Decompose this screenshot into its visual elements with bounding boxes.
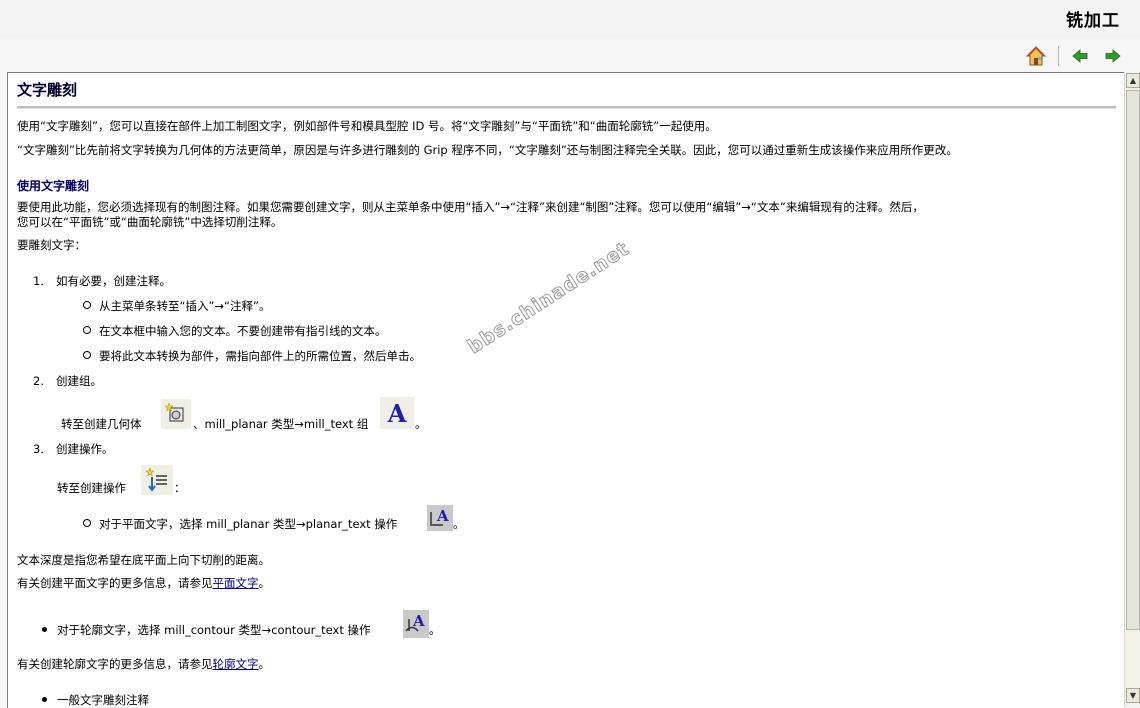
app-title: 铣加工 bbox=[1066, 11, 1120, 31]
depth-note: 文本深度是指您希望在底平面上向下切削的距离。 bbox=[17, 553, 270, 567]
step3-text-a: 转至创建操作 bbox=[57, 481, 126, 495]
step-number: 3. bbox=[33, 442, 44, 456]
content-pane: 文字雕刻 使用“文字雕刻”，您可以直接在部件上加工制图文字，例如部件号和模具型腔… bbox=[7, 72, 1125, 708]
bullet-circle bbox=[83, 351, 91, 359]
usage-paragraph-line-1: 要使用此功能，您必须选择现有的制图注释。如果您需要创建文字，则从主菜单条中使用“… bbox=[17, 200, 924, 214]
mill-text-group-icon: A bbox=[380, 397, 414, 429]
step-label: 如有必要，创建注释。 bbox=[56, 274, 171, 288]
scrollbar-thumb[interactable] bbox=[1126, 90, 1140, 630]
section-heading: 使用文字雕刻 bbox=[17, 179, 90, 193]
intro-paragraph-2: “文字雕刻”比先前将文字转换为几何体的方法更简单，原因是与许多进行雕刻的 Gri… bbox=[17, 143, 958, 157]
bullet-circle bbox=[83, 326, 91, 334]
contour-more-info: 有关创建轮廓文字的更多信息，请参见轮廓文字。 bbox=[17, 657, 270, 672]
contour-text-link[interactable]: 轮廓文字 bbox=[213, 657, 259, 671]
intro-paragraph-1: 使用“文字雕刻”，您可以直接在部件上加工制图文字，例如部件号和模具型腔 ID 号… bbox=[17, 119, 717, 133]
list-item: 对于平面文字，选择 mill_planar 类型→planar_text 操作 bbox=[83, 517, 397, 532]
step2-text-a: 转至创建几何体 bbox=[61, 417, 142, 431]
usage-paragraph-line-2: 您可以在“平面铣”或“曲面轮廓铣”中选择切削注释。 bbox=[17, 215, 283, 229]
list-item-text: 一般文字雕刻注释 bbox=[57, 693, 149, 707]
bullet-disc bbox=[42, 697, 47, 702]
scroll-down-icon[interactable]: ▼ bbox=[1126, 688, 1140, 703]
list-item: 从主菜单条转至“插入”→“注释”。 bbox=[83, 299, 270, 314]
list-item: 要将此文本转换为部件，需指向部件上的所需位置，然后单击。 bbox=[83, 349, 421, 364]
step-number: 2. bbox=[33, 374, 44, 388]
scroll-up-icon[interactable]: ▲ bbox=[1126, 73, 1140, 88]
contour-more-text: 有关创建轮廓文字的更多信息，请参见 bbox=[17, 657, 213, 671]
step3-text-b: ： bbox=[174, 481, 186, 495]
title-bar: 铣加工 bbox=[0, 0, 1140, 38]
step2-text-c: 。 bbox=[415, 417, 427, 431]
bullet-disc bbox=[42, 627, 47, 632]
home-icon[interactable] bbox=[1025, 45, 1047, 67]
step-number: 1. bbox=[33, 274, 44, 288]
planar-more-info: 有关创建平面文字的更多信息，请参见平面文字。 bbox=[17, 576, 270, 591]
bullet-circle bbox=[83, 519, 91, 527]
step-label: 创建操作。 bbox=[56, 442, 114, 456]
vertical-scrollbar[interactable]: ▲ ▼ bbox=[1124, 72, 1140, 707]
planar-more-text: 有关创建平面文字的更多信息，请参见 bbox=[17, 576, 213, 590]
contour-bullet-end: 。 bbox=[429, 623, 441, 637]
forward-arrow-icon[interactable] bbox=[1102, 45, 1124, 67]
step-label: 创建组。 bbox=[56, 374, 102, 388]
create-operation-icon bbox=[141, 465, 173, 495]
contour-text-icon: A bbox=[403, 610, 429, 638]
list-item-text: 要将此文本转换为部件，需指向部件上的所需位置，然后单击。 bbox=[99, 349, 421, 363]
nav-toolbar bbox=[0, 39, 1140, 71]
planar-text-link[interactable]: 平面文字 bbox=[213, 576, 259, 590]
bullet-circle bbox=[83, 301, 91, 309]
list-item: 一般文字雕刻注释 bbox=[42, 693, 149, 708]
list-item-text: 在文本框中输入您的文本。不要创建带有指引线的文本。 bbox=[99, 324, 387, 338]
step2-text-b: 、mill_planar 类型→mill_text 组 bbox=[193, 417, 369, 431]
planar-more-end: 。 bbox=[258, 576, 271, 590]
list-item-text: 对于平面文字，选择 mill_planar 类型→planar_text 操作 bbox=[99, 517, 398, 531]
contour-more-end: 。 bbox=[258, 657, 271, 671]
step3-bullet-end: 。 bbox=[453, 517, 465, 531]
steps-intro: 要雕刻文字： bbox=[17, 238, 86, 252]
list-item-text: 对于轮廓文字，选择 mill_contour 类型→contour_text 操… bbox=[57, 623, 371, 637]
title-divider bbox=[17, 106, 1116, 109]
page-title: 文字雕刻 bbox=[17, 81, 78, 99]
list-item: 对于轮廓文字，选择 mill_contour 类型→contour_text 操… bbox=[42, 623, 371, 638]
create-geometry-icon bbox=[161, 399, 191, 429]
svg-text:A: A bbox=[436, 507, 449, 525]
planar-text-icon: A bbox=[427, 505, 453, 531]
back-arrow-icon[interactable] bbox=[1069, 45, 1091, 67]
list-item: 在文本框中输入您的文本。不要创建带有指引线的文本。 bbox=[83, 324, 387, 339]
toolbar-separator bbox=[1058, 46, 1059, 66]
list-item-text: 从主菜单条转至“插入”→“注释”。 bbox=[99, 299, 271, 313]
